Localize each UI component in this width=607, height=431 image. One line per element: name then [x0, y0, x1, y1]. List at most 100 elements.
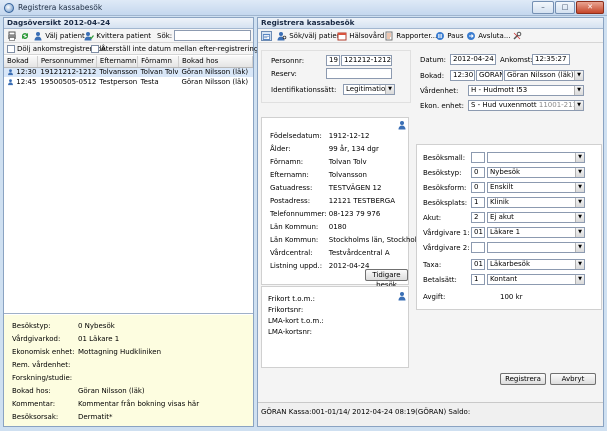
- besoksform-code[interactable]: 0: [471, 182, 485, 193]
- vardenhet-value: H - Hudmott I53: [471, 86, 528, 94]
- register-button[interactable]: Registrera: [500, 373, 546, 385]
- person-row: Vårdcentral: Testvårdcentral A: [270, 247, 423, 258]
- day-overview-panel: Dagsöversikt 2012-04-24 Välj patient Kvi…: [3, 17, 265, 427]
- visit-form-box: Besöksmall: ▼ Besökstyp: 0 Nybesök ▼ Besö…: [416, 144, 602, 310]
- cell-personnummer: 19121212-1212: [40, 68, 97, 77]
- besoksmall-code[interactable]: [471, 152, 485, 163]
- exit-label: Avsluta...: [478, 32, 511, 40]
- refresh-icon[interactable]: [20, 31, 30, 41]
- person-check-icon: [84, 32, 94, 41]
- reserv-field[interactable]: [326, 68, 392, 79]
- maximize-button[interactable]: □: [555, 1, 575, 14]
- personnr-century-field[interactable]: 19: [326, 55, 340, 66]
- detail-value: 01 Läkare 1: [78, 334, 120, 343]
- pause-button[interactable]: Paus: [435, 31, 464, 41]
- detail-value: Göran Nilsson (läk): [78, 386, 145, 395]
- column-header-efternamn[interactable]: Efternamn: [96, 56, 139, 68]
- select-patient-button[interactable]: Välj patient: [33, 31, 85, 41]
- register-view-icon[interactable]: [261, 31, 272, 41]
- column-header-fornamn[interactable]: Förnamn: [137, 56, 179, 68]
- betalsatt-select[interactable]: Kontant ▼: [487, 274, 585, 285]
- exit-icon: [467, 32, 475, 40]
- person-icon: [8, 79, 13, 86]
- table-row[interactable]: 12:45 19500505-0512 Testperson Testa Gör…: [4, 77, 253, 87]
- datum-label: Datum:: [420, 56, 447, 64]
- akut-code[interactable]: 2: [471, 212, 485, 223]
- person-value: 99 år, 134 dgr: [328, 144, 379, 153]
- chevron-down-icon: ▼: [575, 275, 584, 284]
- besokstyp-code[interactable]: 0: [471, 167, 485, 178]
- search-select-patient-button[interactable]: Sök/välj patient: [277, 31, 344, 41]
- left-options-bar: Dölj ankomstregistrerade Återställ inte …: [4, 43, 265, 55]
- cell-efternamn: Tolvansson: [99, 68, 138, 77]
- exit-button[interactable]: Avsluta...: [466, 31, 511, 41]
- column-header-bokad[interactable]: Bokad: [4, 56, 38, 68]
- calendar-icon: [337, 32, 347, 41]
- besokstyp-select[interactable]: Nybesök ▼: [487, 167, 585, 178]
- bokad-label: Bokad:: [420, 72, 445, 80]
- betalsatt-code[interactable]: 1: [471, 274, 485, 285]
- akut-select[interactable]: Ej akut ▼: [487, 212, 585, 223]
- cell-fornamn: Tolvan Tolv: [140, 68, 179, 77]
- vardgivare1-code[interactable]: 01: [471, 227, 485, 238]
- ekon-select[interactable]: S - Hud vuxenmott 11001-211-M01 ▼: [468, 100, 584, 111]
- bokad-user-field[interactable]: GÖRAN: [476, 70, 503, 81]
- bokad-time-field[interactable]: 12:30: [450, 70, 475, 81]
- receipt-patient-label: Kvittera patient: [96, 32, 152, 40]
- vardenhet-select[interactable]: H - Hudmott I53 ▼: [468, 85, 584, 96]
- health-care-button[interactable]: Hälsovård: [337, 31, 384, 41]
- tools-icon[interactable]: [512, 31, 522, 41]
- taxa-select[interactable]: Läkarbesök ▼: [487, 259, 585, 270]
- left-toolbar: Välj patient Kvittera patient Sök:: [4, 29, 253, 43]
- datum-field[interactable]: 2012-04-24: [450, 54, 496, 65]
- besoksplats-select[interactable]: Klinik ▼: [487, 197, 585, 208]
- reports-label: Rapporter...: [396, 32, 438, 40]
- id-method-select[interactable]: Legitimation ▼: [343, 84, 395, 95]
- besoksplats-code[interactable]: 1: [471, 197, 485, 208]
- ankomst-field[interactable]: 12:35:27: [532, 54, 570, 65]
- receipt-patient-button[interactable]: Kvittera patient: [84, 31, 151, 41]
- person-info-box: Födelsedatum: 1912-12-12 Ålder: 99 år, 134…: [261, 117, 423, 289]
- status-bar: GÖRAN Kassa:001-01/14/ 2012-04-24 08:19(…: [258, 402, 603, 426]
- print-icon[interactable]: [7, 31, 17, 41]
- previous-visits-button[interactable]: Tidigare besök: [365, 269, 408, 289]
- pause-label: Paus: [447, 32, 464, 40]
- form-row-akut: Akut: 2 Ej akut ▼: [419, 212, 599, 225]
- app-icon: [4, 3, 14, 13]
- detail-value: Mottagning Hudkliniken: [78, 347, 162, 356]
- bokad-name-select[interactable]: Göran Nilsson (läk) ▼: [504, 70, 584, 81]
- ekon-label: Ekon. enhet:: [420, 102, 464, 110]
- person-row: Förnamn: Tolvan Tolv: [270, 156, 423, 167]
- besoksform-select[interactable]: Enskilt ▼: [487, 182, 585, 193]
- no-reset-date-checkbox[interactable]: [91, 45, 99, 53]
- besoksmall-select[interactable]: ▼: [487, 152, 585, 163]
- detail-row: Forskning/studie:: [12, 372, 199, 383]
- id-method-value: Legitimation: [346, 85, 390, 93]
- detail-value: Dermatit*: [78, 412, 113, 421]
- hide-arrived-checkbox[interactable]: [7, 45, 15, 53]
- person-row: Efternamn: Tolvansson: [270, 169, 423, 180]
- person-value: 1912-12-12: [328, 131, 370, 140]
- vardenhet-label: Vårdenhet:: [420, 87, 459, 95]
- close-button[interactable]: ✕: [576, 1, 604, 14]
- cancel-button[interactable]: Avbryt: [550, 373, 596, 385]
- window-titlebar: Registrera kassabesök – □ ✕: [0, 0, 607, 16]
- taxa-code[interactable]: 01: [471, 259, 485, 270]
- column-header-personnummer[interactable]: Personnummer: [37, 56, 97, 68]
- reports-button[interactable]: Rapporter...: [384, 31, 437, 41]
- search-input[interactable]: [174, 30, 251, 41]
- edit-card-icon[interactable]: [397, 291, 407, 301]
- column-header-bokad-hos[interactable]: Bokad hos: [178, 56, 253, 68]
- vardgivare2-code[interactable]: [471, 242, 485, 253]
- detail-row: Besökstyp: 0 Nybesök: [12, 320, 199, 331]
- detail-row: Ekonomisk enhet: Mottagning Hudkliniken: [12, 346, 199, 357]
- vardgivare1-select[interactable]: Läkare 1 ▼: [487, 227, 585, 238]
- frikortsnr-label: Frikortsnr:: [268, 306, 304, 314]
- report-icon: [385, 31, 393, 41]
- table-row[interactable]: 12:30 19121212-1212 Tolvansson Tolvan To…: [4, 67, 253, 77]
- minimize-button[interactable]: –: [532, 1, 554, 14]
- status-text: GÖRAN Kassa:001-01/14/ 2012-04-24 08:19(…: [261, 408, 471, 416]
- personnr-field[interactable]: 121212-1212: [341, 55, 392, 66]
- vardgivare2-select[interactable]: ▼: [487, 242, 585, 253]
- patient-id-box: Personnr: 19 121212-1212 Reserv: Identif…: [261, 50, 411, 103]
